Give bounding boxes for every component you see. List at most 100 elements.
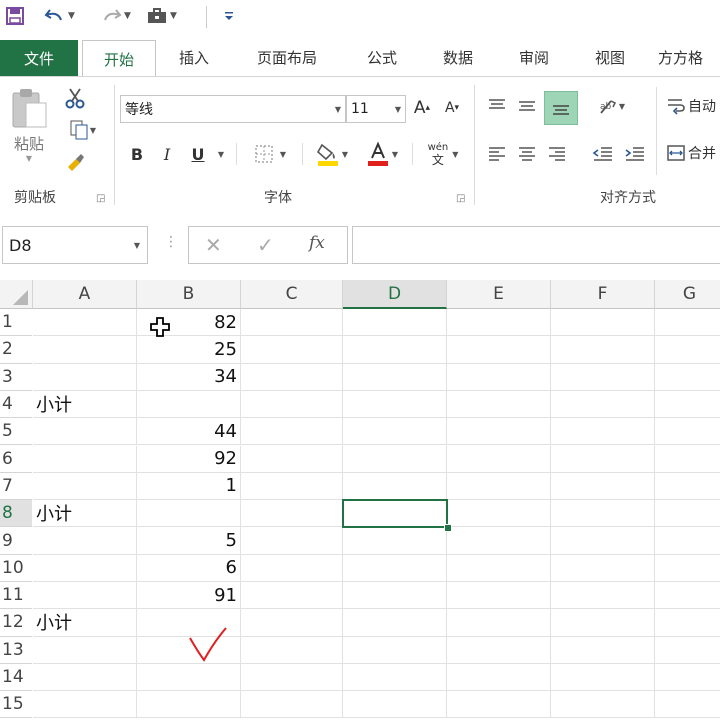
cell-e14[interactable] [447,663,551,692]
cell-c4[interactable] [241,390,343,419]
row-header-2[interactable]: 2 [0,336,32,364]
cell-b6[interactable]: 92 [137,445,241,473]
cell-b5[interactable]: 44 [137,418,241,446]
decrease-indent-icon[interactable] [590,139,616,169]
align-left-icon[interactable] [484,139,510,169]
cell-d7[interactable] [343,472,447,501]
tab-fangfangge[interactable]: 方方格 [658,40,720,74]
column-header-c[interactable]: C [241,280,343,309]
cell-e3[interactable] [447,363,551,391]
cell-e11[interactable] [447,582,551,610]
redo-dropdown-icon[interactable]: ▼ [124,11,131,21]
column-header-b[interactable]: B [137,280,241,309]
cell-a13[interactable] [33,636,137,664]
tab-home[interactable]: 开始 [82,40,156,77]
cell-b4[interactable] [137,390,241,419]
cell-a14[interactable] [33,663,137,692]
borders-button[interactable]: ▼ [246,141,294,167]
middle-align-icon[interactable] [514,91,540,121]
cell-f3[interactable] [551,363,655,391]
cell-g11[interactable] [655,582,720,610]
cell-c10[interactable] [241,554,343,582]
cell-a3[interactable] [33,363,137,391]
formula-bar-grip-icon[interactable]: ⋮ [164,234,178,250]
align-center-icon[interactable] [514,139,540,169]
cell-a7[interactable] [33,472,137,501]
row-header-12[interactable]: 12 [0,609,32,637]
cell-c7[interactable] [241,472,343,501]
cell-b8[interactable] [137,500,241,528]
cell-d4[interactable] [343,390,447,419]
row-header-1[interactable]: 1 [0,309,32,337]
cell-e12[interactable] [447,609,551,637]
row-header-11[interactable]: 11 [0,582,32,610]
undo-icon[interactable]: ▼ [44,4,75,28]
cell-f10[interactable] [551,554,655,582]
cell-d6[interactable] [343,445,447,473]
row-header-14[interactable]: 14 [0,663,32,692]
cell-c15[interactable] [241,691,343,719]
cell-b10[interactable]: 6 [137,554,241,582]
cell-f12[interactable] [551,609,655,637]
cell-b11[interactable]: 91 [137,582,241,610]
customize-icon[interactable] [224,4,234,28]
row-header-5[interactable]: 5 [0,418,32,446]
tab-page-layout[interactable]: 页面布局 [244,40,330,74]
cell-d1[interactable] [343,309,447,337]
tab-data[interactable]: 数据 [430,40,486,74]
cell-c8[interactable] [241,500,343,528]
cell-e1[interactable] [447,309,551,337]
cell-e5[interactable] [447,418,551,446]
cell-f13[interactable] [551,636,655,664]
briefcase-icon[interactable]: ▼ [146,4,177,28]
underline-button[interactable]: U [186,141,210,167]
cell-f1[interactable] [551,309,655,337]
row-header-9[interactable]: 9 [0,527,32,555]
row-header-7[interactable]: 7 [0,472,32,501]
enter-icon[interactable]: ✓ [257,233,274,257]
cell-b2[interactable]: 25 [137,336,241,364]
cell-g10[interactable] [655,555,720,582]
tab-review[interactable]: 审阅 [506,40,562,74]
selected-cell[interactable] [342,499,448,529]
cell-a10[interactable] [33,554,137,582]
cell-e4[interactable] [447,390,551,419]
cell-g7[interactable] [655,473,720,501]
column-header-e[interactable]: E [447,280,551,309]
paste-button[interactable]: 粘贴 ▼ [6,87,52,163]
row-header-15[interactable]: 15 [0,691,32,719]
cell-d3[interactable] [343,363,447,391]
cell-b3[interactable]: 34 [137,363,241,391]
cell-c12[interactable] [241,609,343,637]
cell-d13[interactable] [343,636,447,664]
formula-input[interactable] [352,226,720,264]
cell-c6[interactable] [241,445,343,473]
paste-dropdown-icon[interactable]: ▼ [26,154,32,163]
phonetic-guide-button[interactable]: wén 文 ▼ [420,139,466,169]
cell-f2[interactable] [551,336,655,364]
tab-insert[interactable]: 插入 [166,40,222,74]
cell-f15[interactable] [551,691,655,719]
redo-icon[interactable]: ▼ [100,4,131,28]
cell-c1[interactable] [241,309,343,337]
row-header-6[interactable]: 6 [0,445,32,473]
wrap-text-button[interactable]: 自动 [666,93,720,119]
cell-a8[interactable]: 小计 [33,500,137,528]
undo-dropdown-icon[interactable]: ▼ [68,11,75,21]
increase-indent-icon[interactable] [622,139,648,169]
fill-handle[interactable] [444,524,452,533]
orientation-button[interactable]: ab ▼ [590,91,632,121]
column-header-g[interactable]: G [655,280,720,309]
top-align-icon[interactable] [484,91,510,121]
save-icon[interactable] [6,4,24,28]
cell-f9[interactable] [551,527,655,555]
cell-a9[interactable] [33,527,137,555]
cell-e8[interactable] [447,500,551,528]
font-color-button[interactable]: ▼ [360,139,404,169]
cell-g3[interactable] [655,364,720,391]
merge-center-button[interactable]: 合并 [666,139,720,167]
cell-d5[interactable] [343,418,447,446]
select-all-button[interactable] [0,280,33,309]
cancel-icon[interactable]: ✕ [205,233,222,257]
font-size-combo[interactable]: 11 ▼ [346,95,406,123]
